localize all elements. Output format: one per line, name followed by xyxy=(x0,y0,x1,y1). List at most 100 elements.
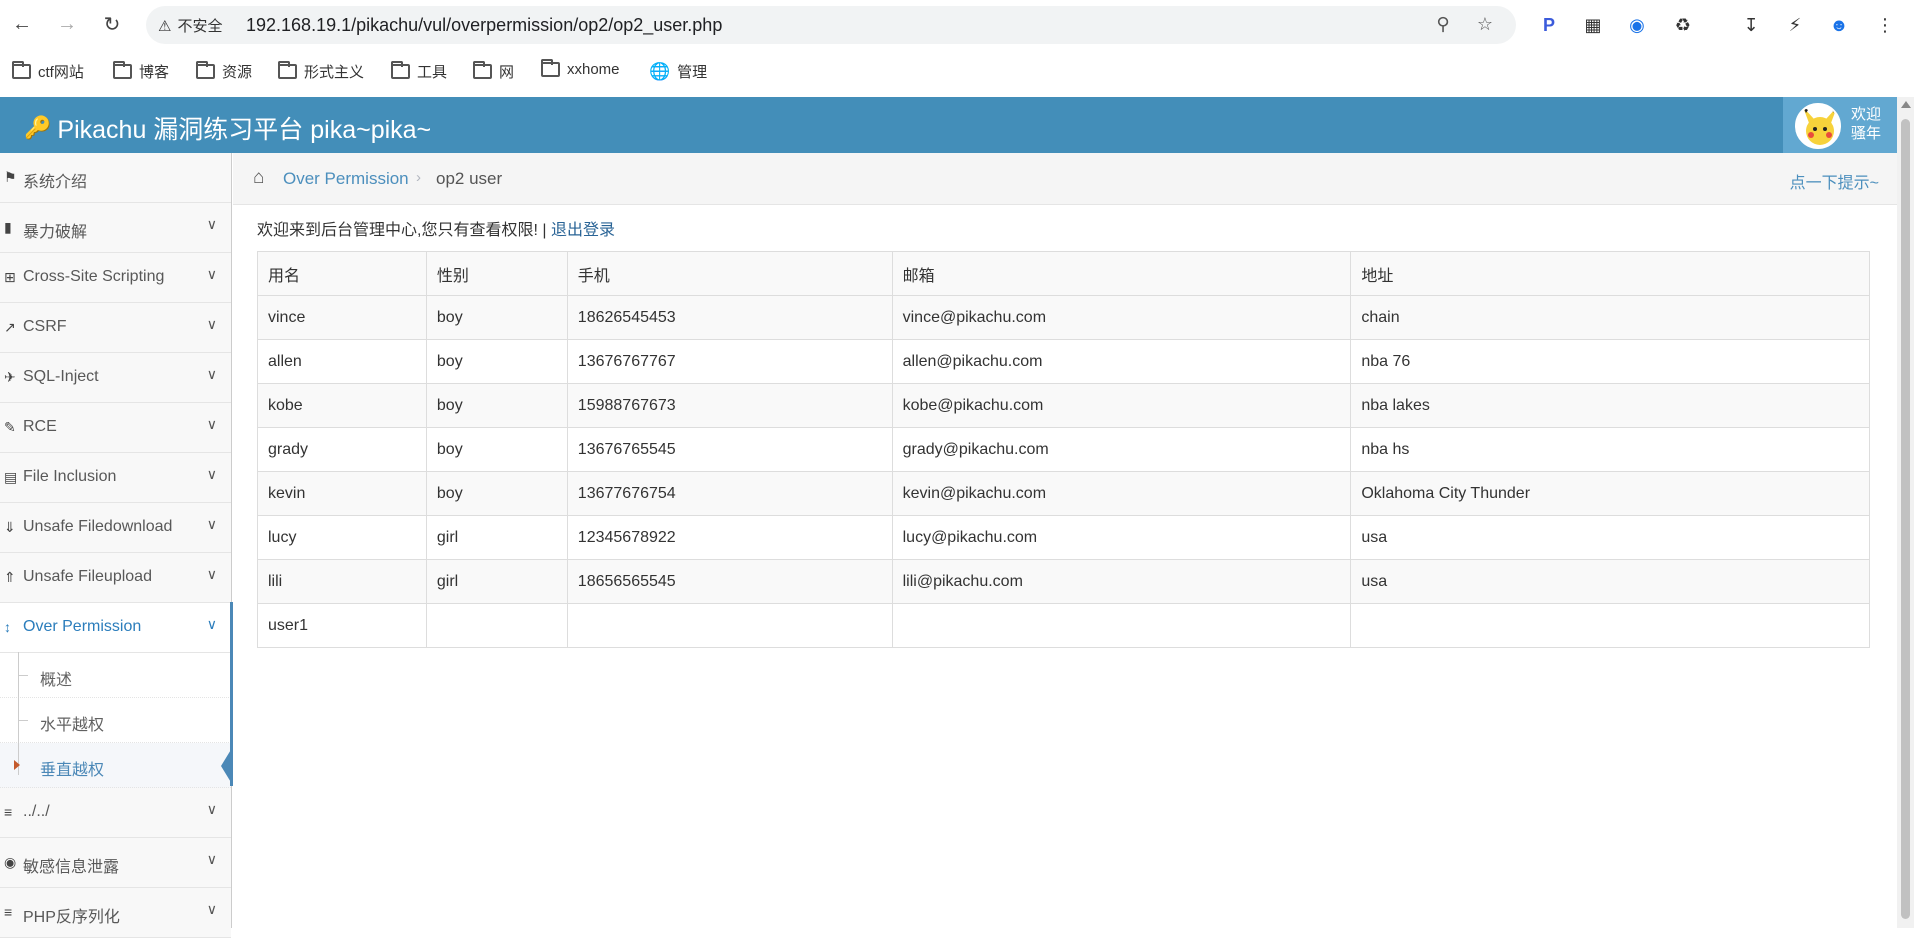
extension-p-icon[interactable]: P xyxy=(1536,12,1562,38)
active-arrow-indicator xyxy=(221,748,232,784)
app-title[interactable]: 🔑 Pikachu 漏洞练习平台 pika~pika~ xyxy=(24,110,431,146)
sidebar-subitem-overview[interactable]: 概述 xyxy=(0,653,231,698)
chevron-down-icon: ∨ xyxy=(206,466,217,482)
bookmark-resources[interactable]: 资源 xyxy=(196,61,252,82)
cell-address: nba hs xyxy=(1350,427,1870,472)
user-menu[interactable]: 欢迎 骚年 xyxy=(1783,97,1897,153)
page-scrollbar[interactable] xyxy=(1897,97,1914,928)
chevron-down-icon: ∨ xyxy=(206,901,217,917)
performance-icon[interactable]: ⚡ xyxy=(1782,12,1808,38)
cell-email xyxy=(891,603,1352,648)
table-row: kevin boy 13677676754 kevin@pikachu.com … xyxy=(257,471,1870,516)
bookmark-blog[interactable]: 博客 xyxy=(113,61,169,82)
cell-phone: 12345678922 xyxy=(566,515,893,560)
star-icon[interactable]: ☆ xyxy=(1474,14,1496,36)
security-indicator[interactable]: ⚠ 不安全 xyxy=(158,15,222,36)
cell-phone: 18626545453 xyxy=(566,295,893,340)
sidebar-item-fileupload[interactable]: ⇑ Unsafe Fileupload ∨ xyxy=(0,553,231,603)
bookmarks-bar: ctf网站 博客 资源 形式主义 工具 网 xxhome 🌐 管理 xyxy=(0,49,1914,97)
sidebar-subitem-vertical[interactable]: 垂直越权 xyxy=(0,743,231,788)
column-header-gender: 性别 xyxy=(425,251,568,296)
bookmark-admin[interactable]: 🌐 管理 xyxy=(649,61,707,82)
table-row: grady boy 13676765545 grady@pikachu.com … xyxy=(257,427,1870,472)
cell-phone xyxy=(566,603,893,648)
sidebar-item-dir-traversal[interactable]: ≡ ../../ ∨ xyxy=(0,788,231,838)
user-greeting-line2: 骚年 xyxy=(1851,125,1882,142)
sidebar-item-php-unserialize[interactable]: ≡ PHP反序列化 ∨ xyxy=(0,888,231,938)
column-header-username: 用名 xyxy=(257,251,427,296)
sidebar-item-label: Unsafe Filedownload xyxy=(23,518,173,535)
profile-icon[interactable]: ☻ xyxy=(1826,12,1852,38)
extensions-puzzle-icon[interactable]: ♻ xyxy=(1670,12,1696,38)
sidebar-item-xss[interactable]: ⊞ Cross-Site Scripting ∨ xyxy=(0,253,231,303)
cell-gender: boy xyxy=(425,383,568,428)
app-header: 🔑 Pikachu 漏洞练习平台 pika~pika~ 欢迎 骚年 xyxy=(0,97,1897,153)
globe-icon: 🌐 xyxy=(649,61,671,81)
bookmark-xxhome[interactable]: xxhome xyxy=(541,59,620,78)
bookmark-formalism[interactable]: 形式主义 xyxy=(278,61,364,82)
folder-icon xyxy=(113,61,132,79)
hint-link[interactable]: 点一下提示~ xyxy=(1790,169,1879,193)
sidebar-item-bruteforce[interactable]: ▮ 暴力破解 ∨ xyxy=(0,203,231,253)
sidebar-subitem-horizontal[interactable]: 水平越权 xyxy=(0,698,231,743)
sidebar-item-rce[interactable]: ✎ RCE ∨ xyxy=(0,403,231,453)
bookmark-label: xxhome xyxy=(567,61,620,78)
reload-icon[interactable]: ↻ xyxy=(98,10,126,38)
cell-gender: girl xyxy=(425,559,568,604)
welcome-message: 欢迎来到后台管理中心,您只有查看权限! | 退出登录 xyxy=(257,216,615,240)
sidebar-item-over-permission[interactable]: ↕ Over Permission ∨ xyxy=(0,603,231,653)
sidebar-item-csrf[interactable]: ↗ CSRF ∨ xyxy=(0,303,231,353)
sidebar-item-label: 系统介绍 xyxy=(23,174,88,191)
key-icon: 🔑 xyxy=(24,115,52,140)
table-header-row: 用名 性别 手机 邮箱 地址 xyxy=(257,251,1870,296)
key-icon[interactable]: ⚲ xyxy=(1432,14,1454,36)
forward-icon[interactable]: → xyxy=(53,10,81,38)
menu-kebab-icon[interactable]: ⋮ xyxy=(1872,12,1898,38)
sidebar-item-label: Unsafe Fileupload xyxy=(23,568,152,585)
chevron-down-icon: ∨ xyxy=(206,266,217,282)
cell-email: grady@pikachu.com xyxy=(891,427,1352,472)
folder-icon xyxy=(196,61,215,79)
tree-dash xyxy=(18,675,28,676)
scrollbar-thumb[interactable] xyxy=(1901,119,1910,919)
extension-translate-icon[interactable]: ◉ xyxy=(1624,12,1650,38)
url-text[interactable]: 192.168.19.1/pikachu/vul/overpermission/… xyxy=(246,15,722,36)
sidebar-item-filedownload[interactable]: ⇓ Unsafe Filedownload ∨ xyxy=(0,503,231,553)
home-icon[interactable]: ⌂ xyxy=(253,167,264,189)
sidebar-item-info-leak[interactable]: ◉ 敏感信息泄露 ∨ xyxy=(0,838,231,888)
bookmark-tools[interactable]: 工具 xyxy=(391,61,447,82)
bookmark-ctf[interactable]: ctf网站 xyxy=(12,61,84,82)
back-icon[interactable]: ← xyxy=(8,10,36,38)
logout-link[interactable]: 退出登录 xyxy=(551,222,615,239)
bookmark-web[interactable]: 网 xyxy=(473,61,514,82)
cell-address xyxy=(1350,603,1870,648)
bookmark-label: 形式主义 xyxy=(304,64,365,81)
cell-email: lucy@pikachu.com xyxy=(891,515,1352,560)
sidebar-item-label: Over Permission xyxy=(23,618,142,635)
sidebar-subitem-label: 概述 xyxy=(40,672,73,689)
cell-gender: girl xyxy=(425,515,568,560)
cell-address: usa xyxy=(1350,515,1870,560)
scroll-up-arrow-icon[interactable] xyxy=(1901,101,1911,108)
share-icon: ↗ xyxy=(4,319,16,335)
cell-phone: 15988767673 xyxy=(566,383,893,428)
breadcrumb-link-over-permission[interactable]: Over Permission xyxy=(283,169,409,189)
chevron-down-icon: ∨ xyxy=(206,316,217,332)
sidebar-item-label: ../../ xyxy=(23,803,50,820)
download-icon[interactable]: ↧ xyxy=(1738,12,1764,38)
breadcrumb-separator-icon: › xyxy=(416,169,421,186)
chevron-down-icon: ∨ xyxy=(206,216,217,232)
extension-game-icon[interactable]: ▦ xyxy=(1580,12,1606,38)
bookmark-label: ctf网站 xyxy=(38,64,84,81)
column-header-address: 地址 xyxy=(1350,251,1870,296)
folder-icon xyxy=(541,59,560,77)
text-height-icon: ↕ xyxy=(4,619,11,635)
sidebar-item-file-inclusion[interactable]: ▤ File Inclusion ∨ xyxy=(0,453,231,503)
plane-icon: ✈ xyxy=(4,369,16,385)
cell-gender xyxy=(425,603,568,648)
cell-gender: boy xyxy=(425,471,568,516)
sidebar-item-sqli[interactable]: ✈ SQL-Inject ∨ xyxy=(0,353,231,403)
address-bar[interactable]: ⚠ 不安全 192.168.19.1/pikachu/vul/overpermi… xyxy=(146,6,1516,44)
sidebar-item-intro[interactable]: ⚑ 系统介绍 xyxy=(0,153,231,203)
cell-username: grady xyxy=(257,427,427,472)
